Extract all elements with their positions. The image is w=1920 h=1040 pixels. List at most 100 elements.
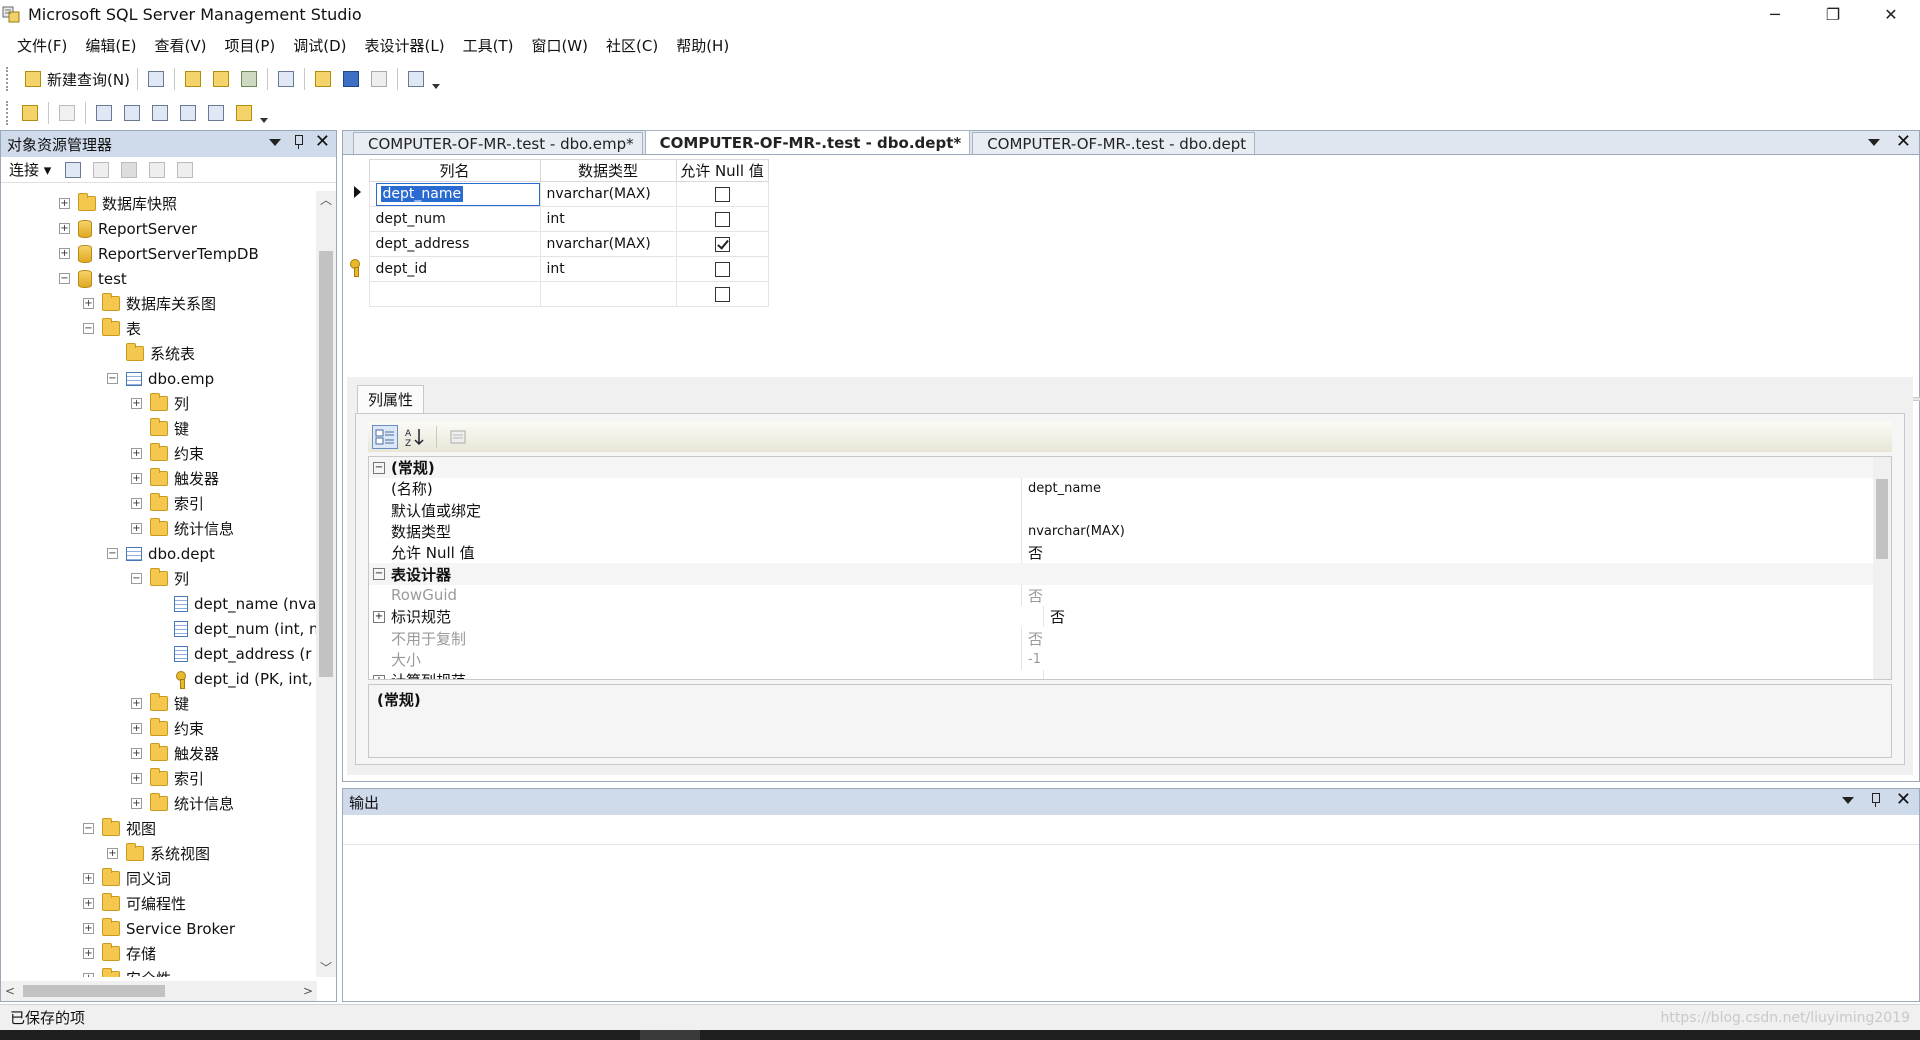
allow-null-checkbox[interactable] <box>714 261 730 277</box>
expand-icon[interactable]: + <box>83 898 94 909</box>
expand-icon[interactable]: + <box>131 698 142 709</box>
scroll-right-icon[interactable]: > <box>299 981 317 1001</box>
tree-node[interactable]: + 安全性 <box>1 966 317 977</box>
expand-icon[interactable]: + <box>131 773 142 784</box>
tree-node[interactable]: 键 <box>1 416 317 441</box>
menu-table-designer[interactable]: 表设计器(L) <box>356 33 454 58</box>
property-row[interactable]: 默认值或绑定 <box>369 499 1891 521</box>
expand-icon[interactable]: + <box>131 473 142 484</box>
active-files-dropdown-icon[interactable] <box>1867 139 1880 146</box>
property-value[interactable]: 否 <box>1021 542 1891 564</box>
alphabetical-sort-icon[interactable]: AZ <box>402 425 428 449</box>
menu-edit[interactable]: 编辑(E) <box>76 33 145 58</box>
expand-icon[interactable]: + <box>59 223 70 234</box>
tree-node[interactable]: + 数据库关系图 <box>1 291 317 316</box>
new-file-icon[interactable] <box>145 68 167 90</box>
close-panel-icon[interactable]: ✕ <box>315 133 330 151</box>
property-value[interactable]: 否 <box>1021 584 1891 607</box>
tab-dept-modified-active[interactable]: COMPUTER-OF-MR-.test - dbo.dept* <box>644 130 971 154</box>
row-selector[interactable] <box>347 207 369 232</box>
manage-spatial-indexes-icon[interactable] <box>233 102 255 124</box>
disconnect-icon[interactable] <box>90 159 112 181</box>
menu-project[interactable]: 项目(P) <box>216 33 285 58</box>
tree-node[interactable]: + 触发器 <box>1 741 317 766</box>
expand-icon[interactable]: + <box>131 448 142 459</box>
column-name-cell[interactable]: dept_num <box>368 206 541 232</box>
tree-node[interactable]: + ReportServer <box>1 216 317 241</box>
column-name-cell[interactable] <box>368 281 541 307</box>
tree-node[interactable]: dept_id (PK, int, <box>1 666 317 691</box>
collapse-icon[interactable]: − <box>107 373 118 384</box>
menu-file[interactable]: 文件(F) <box>8 33 76 58</box>
expand-icon[interactable]: + <box>83 923 94 934</box>
property-category[interactable]: − (常规) <box>369 457 1891 479</box>
tree-node[interactable]: dept_num (int, n <box>1 616 317 641</box>
toolbar-grip[interactable] <box>6 101 10 125</box>
expand-icon[interactable]: + <box>83 298 94 309</box>
expand-icon[interactable]: + <box>131 398 142 409</box>
menu-window[interactable]: 窗口(W) <box>522 33 597 58</box>
categorized-icon[interactable] <box>372 425 398 449</box>
allow-null-checkbox[interactable] <box>714 211 730 227</box>
tree-vertical-scrollbar[interactable]: ︿ ﹀ <box>316 191 336 977</box>
tree-node[interactable]: + 索引 <box>1 766 317 791</box>
print-icon[interactable] <box>368 68 390 90</box>
toolbar-overflow-dropdown[interactable] <box>258 100 270 126</box>
property-row[interactable]: + 计算列规范 <box>369 669 1891 679</box>
tree-node[interactable]: + 系统视图 <box>1 841 317 866</box>
data-type-cell[interactable]: nvarchar(MAX) <box>539 181 677 207</box>
expand-icon[interactable]: + <box>83 948 94 959</box>
tree-node[interactable]: dept_address (r <box>1 641 317 666</box>
relationships-icon[interactable] <box>93 102 115 124</box>
collapse-icon[interactable]: − <box>131 573 142 584</box>
allow-null-checkbox[interactable] <box>714 186 730 202</box>
minimize-button[interactable]: ─ <box>1746 0 1804 28</box>
toolbar-overflow-dropdown[interactable] <box>430 66 442 92</box>
property-row[interactable]: 不用于复制 否 <box>369 627 1891 649</box>
tree-node[interactable]: − test <box>1 266 317 291</box>
property-grid-scrollbar[interactable] <box>1873 457 1891 679</box>
close-panel-icon[interactable]: ✕ <box>1896 791 1911 809</box>
collapse-icon[interactable]: − <box>83 823 94 834</box>
tree-node[interactable]: + 数据库快照 <box>1 191 317 216</box>
manage-check-constraints-icon[interactable] <box>205 102 227 124</box>
tree-node[interactable]: + 同义词 <box>1 866 317 891</box>
tree-node[interactable]: + 索引 <box>1 491 317 516</box>
toolbar-grip[interactable] <box>6 67 10 91</box>
manage-fulltext-icon[interactable] <box>149 102 171 124</box>
connect-dropdown[interactable]: 连接 ▾ <box>9 159 51 180</box>
tree-node[interactable]: − 表 <box>1 316 317 341</box>
tree-node[interactable]: + 存储 <box>1 941 317 966</box>
tree-node[interactable]: + 统计信息 <box>1 791 317 816</box>
tree-node[interactable]: + Service Broker <box>1 916 317 941</box>
analysis-query-icon[interactable] <box>210 68 232 90</box>
tab-emp-modified[interactable]: COMPUTER-OF-MR-.test - dbo.emp* <box>353 132 643 154</box>
expand-icon[interactable]: + <box>59 248 70 259</box>
row-selector[interactable] <box>347 232 369 257</box>
activity-monitor-icon[interactable] <box>405 68 427 90</box>
row-selector[interactable] <box>347 257 369 282</box>
scrollbar-thumb[interactable] <box>23 985 165 997</box>
expand-icon[interactable]: + <box>373 674 385 679</box>
tab-dept[interactable]: COMPUTER-OF-MR-.test - dbo.dept <box>972 132 1256 154</box>
property-pages-icon[interactable] <box>445 425 471 449</box>
generate-change-script-icon[interactable] <box>19 102 41 124</box>
data-type-cell[interactable]: int <box>539 256 677 282</box>
set-primary-key-icon[interactable] <box>56 102 78 124</box>
data-type-cell[interactable]: int <box>539 206 677 232</box>
property-row[interactable]: + 标识规范 否 <box>369 606 1891 628</box>
column-name-cell[interactable]: dept_name <box>368 181 541 207</box>
column-name-cell[interactable]: dept_address <box>368 231 541 257</box>
scrollbar-thumb[interactable] <box>1876 479 1888 559</box>
scrollbar-thumb[interactable] <box>319 251 333 677</box>
close-tab-icon[interactable]: ✕ <box>1896 133 1911 151</box>
property-value[interactable]: dept_name <box>1021 478 1891 500</box>
collapse-icon[interactable]: − <box>107 548 118 559</box>
allow-null-checkbox[interactable] <box>714 236 730 252</box>
tree-node[interactable]: dept_name (nva <box>1 591 317 616</box>
mdx-query-icon[interactable] <box>238 68 260 90</box>
database-engine-query-icon[interactable] <box>182 68 204 90</box>
collapse-icon[interactable]: − <box>373 568 385 581</box>
designer-row[interactable]: dept_id int <box>347 256 769 282</box>
property-value[interactable]: -1 <box>1021 648 1891 670</box>
